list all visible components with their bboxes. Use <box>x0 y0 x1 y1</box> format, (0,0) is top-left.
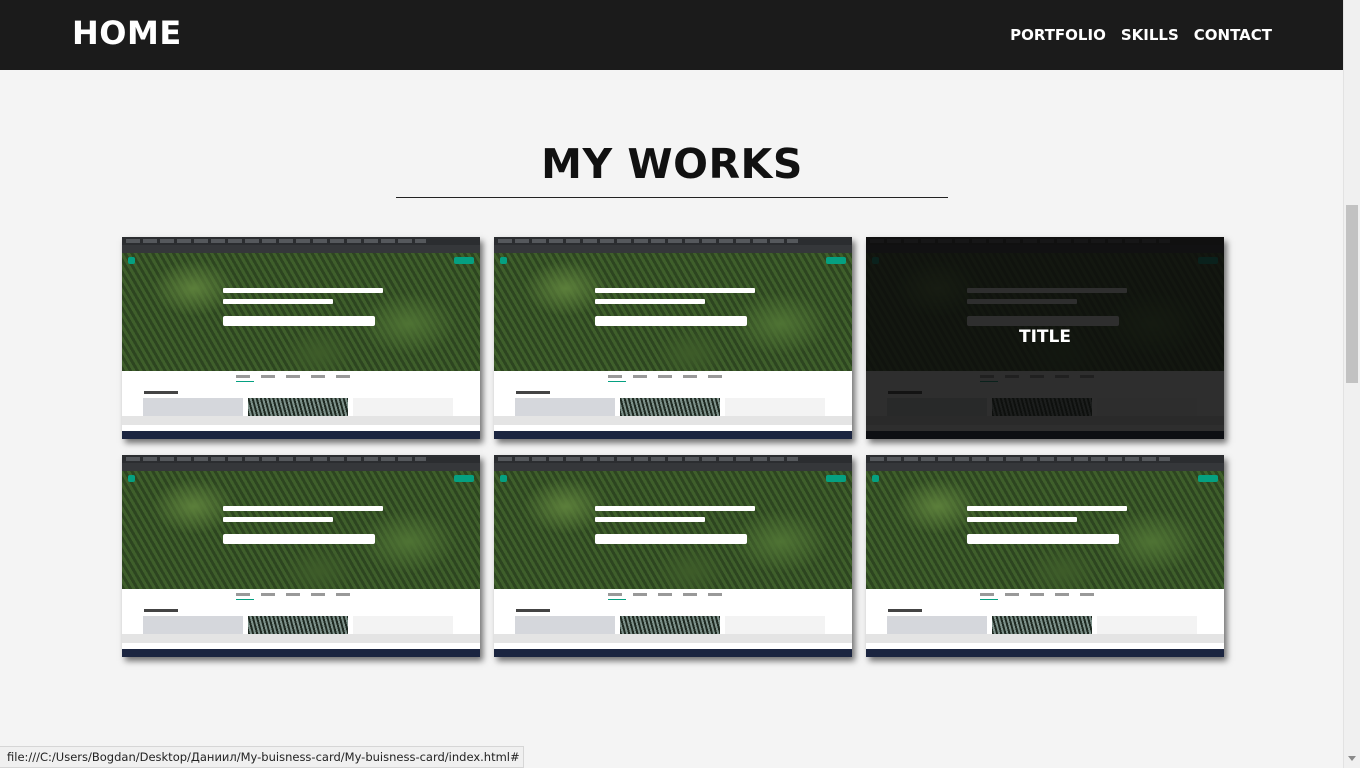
work-card[interactable] <box>494 455 852 657</box>
work-screenshot <box>122 237 480 439</box>
work-card[interactable]: TITLE <box>866 237 1224 439</box>
work-card[interactable] <box>122 455 480 657</box>
work-screenshot <box>494 455 852 657</box>
browser-status-bar: file:///C:/Users/Bogdan/Desktop/Даниил/M… <box>0 746 524 768</box>
nav-portfolio-link[interactable]: PORTFOLIO <box>1010 26 1106 44</box>
nav-contact-link[interactable]: CONTACT <box>1194 26 1272 44</box>
work-card[interactable] <box>122 237 480 439</box>
top-navbar: HOME PORTFOLIO SKILLS CONTACT <box>0 0 1343 70</box>
work-screenshot <box>122 455 480 657</box>
work-title: TITLE <box>1019 327 1071 347</box>
page-scrollbar[interactable] <box>1343 0 1360 768</box>
work-screenshot <box>494 237 852 439</box>
work-screenshot <box>866 455 1224 657</box>
main-menu: PORTFOLIO SKILLS CONTACT <box>1010 26 1272 44</box>
work-card[interactable] <box>494 237 852 439</box>
title-underline <box>396 197 948 198</box>
home-link[interactable]: HOME <box>72 14 182 52</box>
scroll-down-arrow-icon[interactable] <box>1348 756 1356 761</box>
scrollbar-thumb[interactable] <box>1346 205 1358 383</box>
work-card[interactable] <box>866 455 1224 657</box>
nav-skills-link[interactable]: SKILLS <box>1121 26 1179 44</box>
work-hover-overlay[interactable]: TITLE <box>866 237 1224 439</box>
section-title: MY WORKS <box>541 140 803 188</box>
